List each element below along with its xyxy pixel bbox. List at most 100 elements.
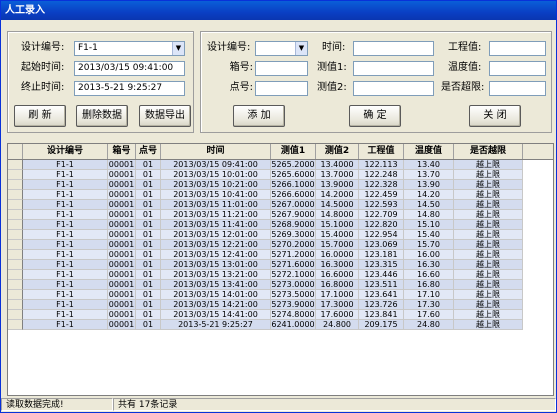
cell-measure1[interactable]: 5266.1000 xyxy=(271,180,316,190)
cell-over-limit[interactable]: 越上限 xyxy=(454,310,523,320)
cell-measure2[interactable]: 13.9000 xyxy=(316,180,359,190)
cell-measure1[interactable]: 5267.9000 xyxy=(271,210,316,220)
cell-over-limit[interactable]: 越上限 xyxy=(454,170,523,180)
cell-point-no[interactable]: 01 xyxy=(136,180,161,190)
cell-measure2[interactable]: 14.5000 xyxy=(316,200,359,210)
cell-temperature[interactable]: 17.30 xyxy=(404,300,454,310)
export-data-button[interactable]: 数据导出 xyxy=(139,105,191,127)
cell-box-no[interactable]: 00001 xyxy=(108,290,136,300)
records-grid[interactable]: 设计编号 箱号 点号 时间 测值1 测值2 工程值 温度值 是否越限 F1-1 0… xyxy=(7,143,554,396)
cell-box-no[interactable]: 00001 xyxy=(108,170,136,180)
close-button[interactable]: 关 闭 xyxy=(469,105,521,127)
table-row[interactable]: F1-1 00001 01 2013/03/15 11:41:00 5268.9000 1… xyxy=(8,220,553,230)
cell-box-no[interactable]: 00001 xyxy=(108,260,136,270)
cell-eng-value[interactable]: 123.315 xyxy=(359,260,404,270)
cell-measure1[interactable]: 5271.6000 xyxy=(271,260,316,270)
cell-temperature[interactable]: 15.10 xyxy=(404,220,454,230)
cell-box-no[interactable]: 00001 xyxy=(108,310,136,320)
table-row[interactable]: F1-1 00001 01 2013/03/15 10:41:00 5266.6000 1… xyxy=(8,190,553,200)
cell-time[interactable]: 2013/03/15 14:21:00 xyxy=(161,300,271,310)
cell-point-no[interactable]: 01 xyxy=(136,270,161,280)
cell-time[interactable]: 2013/03/15 11:01:00 xyxy=(161,200,271,210)
end-time-field[interactable]: 2013-5-21 9:25:27 xyxy=(74,81,185,96)
cell-measure1[interactable]: 5270.2000 xyxy=(271,240,316,250)
table-row[interactable]: F1-1 00001 01 2013-5-21 9:25:27 6241.0000 24.… xyxy=(8,320,553,330)
cell-time[interactable]: 2013/03/15 12:01:00 xyxy=(161,230,271,240)
cell-temperature[interactable]: 24.80 xyxy=(404,320,454,330)
eng-value-field[interactable] xyxy=(489,41,546,56)
cell-temperature[interactable]: 14.20 xyxy=(404,190,454,200)
cell-over-limit[interactable]: 越上限 xyxy=(454,280,523,290)
cell-time[interactable]: 2013/03/15 09:41:00 xyxy=(161,160,271,170)
cell-design-no[interactable]: F1-1 xyxy=(23,320,108,330)
cell-point-no[interactable]: 01 xyxy=(136,160,161,170)
row-selector[interactable] xyxy=(8,260,23,270)
cell-temperature[interactable]: 13.40 xyxy=(404,160,454,170)
cell-box-no[interactable]: 00001 xyxy=(108,160,136,170)
cell-measure2[interactable]: 15.4000 xyxy=(316,230,359,240)
cell-box-no[interactable]: 00001 xyxy=(108,190,136,200)
row-selector[interactable] xyxy=(8,270,23,280)
cell-design-no[interactable]: F1-1 xyxy=(23,190,108,200)
cell-time[interactable]: 2013/03/15 13:01:00 xyxy=(161,260,271,270)
row-selector[interactable] xyxy=(8,240,23,250)
cell-measure1[interactable]: 5273.5000 xyxy=(271,290,316,300)
cell-measure2[interactable]: 17.1000 xyxy=(316,290,359,300)
table-row[interactable]: F1-1 00001 01 2013/03/15 12:41:00 5271.2000 1… xyxy=(8,250,553,260)
cell-over-limit[interactable]: 越上限 xyxy=(454,190,523,200)
cell-design-no[interactable]: F1-1 xyxy=(23,210,108,220)
row-selector[interactable] xyxy=(8,250,23,260)
row-selector[interactable] xyxy=(8,220,23,230)
cell-temperature[interactable]: 13.70 xyxy=(404,170,454,180)
col-header-time[interactable]: 时间 xyxy=(161,144,271,159)
cell-temperature[interactable]: 16.00 xyxy=(404,250,454,260)
cell-time[interactable]: 2013-5-21 9:25:27 xyxy=(161,320,271,330)
confirm-button[interactable]: 确 定 xyxy=(349,105,401,127)
table-row[interactable]: F1-1 00001 01 2013/03/15 11:21:00 5267.9000 1… xyxy=(8,210,553,220)
entry-design-no-select[interactable]: ▼ xyxy=(255,41,308,56)
cell-temperature[interactable]: 17.60 xyxy=(404,310,454,320)
cell-box-no[interactable]: 00001 xyxy=(108,270,136,280)
start-time-field[interactable]: 2013/03/15 09:41:00 xyxy=(74,61,185,76)
cell-time[interactable]: 2013/03/15 11:41:00 xyxy=(161,220,271,230)
cell-design-no[interactable]: F1-1 xyxy=(23,300,108,310)
cell-measure1[interactable]: 5273.9000 xyxy=(271,300,316,310)
cell-over-limit[interactable]: 越上限 xyxy=(454,210,523,220)
cell-box-no[interactable]: 00001 xyxy=(108,230,136,240)
cell-measure2[interactable]: 13.7000 xyxy=(316,170,359,180)
cell-temperature[interactable]: 15.70 xyxy=(404,240,454,250)
delete-data-button[interactable]: 删除数据 xyxy=(76,105,128,127)
cell-eng-value[interactable]: 123.069 xyxy=(359,240,404,250)
row-selector[interactable] xyxy=(8,180,23,190)
cell-design-no[interactable]: F1-1 xyxy=(23,240,108,250)
cell-temperature[interactable]: 15.40 xyxy=(404,230,454,240)
cell-point-no[interactable]: 01 xyxy=(136,190,161,200)
cell-eng-value[interactable]: 123.726 xyxy=(359,300,404,310)
cell-measure2[interactable]: 15.7000 xyxy=(316,240,359,250)
cell-over-limit[interactable]: 越上限 xyxy=(454,220,523,230)
cell-box-no[interactable]: 00001 xyxy=(108,240,136,250)
cell-over-limit[interactable]: 越上限 xyxy=(454,290,523,300)
table-row[interactable]: F1-1 00001 01 2013/03/15 13:41:00 5273.0000 1… xyxy=(8,280,553,290)
cell-measure1[interactable]: 5265.2000 xyxy=(271,160,316,170)
cell-temperature[interactable]: 16.60 xyxy=(404,270,454,280)
cell-eng-value[interactable]: 123.641 xyxy=(359,290,404,300)
cell-eng-value[interactable]: 122.113 xyxy=(359,160,404,170)
row-selector[interactable] xyxy=(8,310,23,320)
table-row[interactable]: F1-1 00001 01 2013/03/15 09:41:00 5265.2000 1… xyxy=(8,160,553,170)
cell-point-no[interactable]: 01 xyxy=(136,240,161,250)
col-header-temperature[interactable]: 温度值 xyxy=(404,144,454,159)
cell-time[interactable]: 2013/03/15 13:21:00 xyxy=(161,270,271,280)
cell-over-limit[interactable]: 越上限 xyxy=(454,300,523,310)
cell-temperature[interactable]: 14.50 xyxy=(404,200,454,210)
cell-eng-value[interactable]: 122.248 xyxy=(359,170,404,180)
cell-point-no[interactable]: 01 xyxy=(136,310,161,320)
cell-design-no[interactable]: F1-1 xyxy=(23,180,108,190)
cell-design-no[interactable]: F1-1 xyxy=(23,280,108,290)
cell-point-no[interactable]: 01 xyxy=(136,280,161,290)
table-row[interactable]: F1-1 00001 01 2013/03/15 12:01:00 5269.3000 1… xyxy=(8,230,553,240)
cell-temperature[interactable]: 16.30 xyxy=(404,260,454,270)
cell-measure2[interactable]: 15.1000 xyxy=(316,220,359,230)
table-row[interactable]: F1-1 00001 01 2013/03/15 13:21:00 5272.1000 1… xyxy=(8,270,553,280)
cell-measure2[interactable]: 14.2000 xyxy=(316,190,359,200)
